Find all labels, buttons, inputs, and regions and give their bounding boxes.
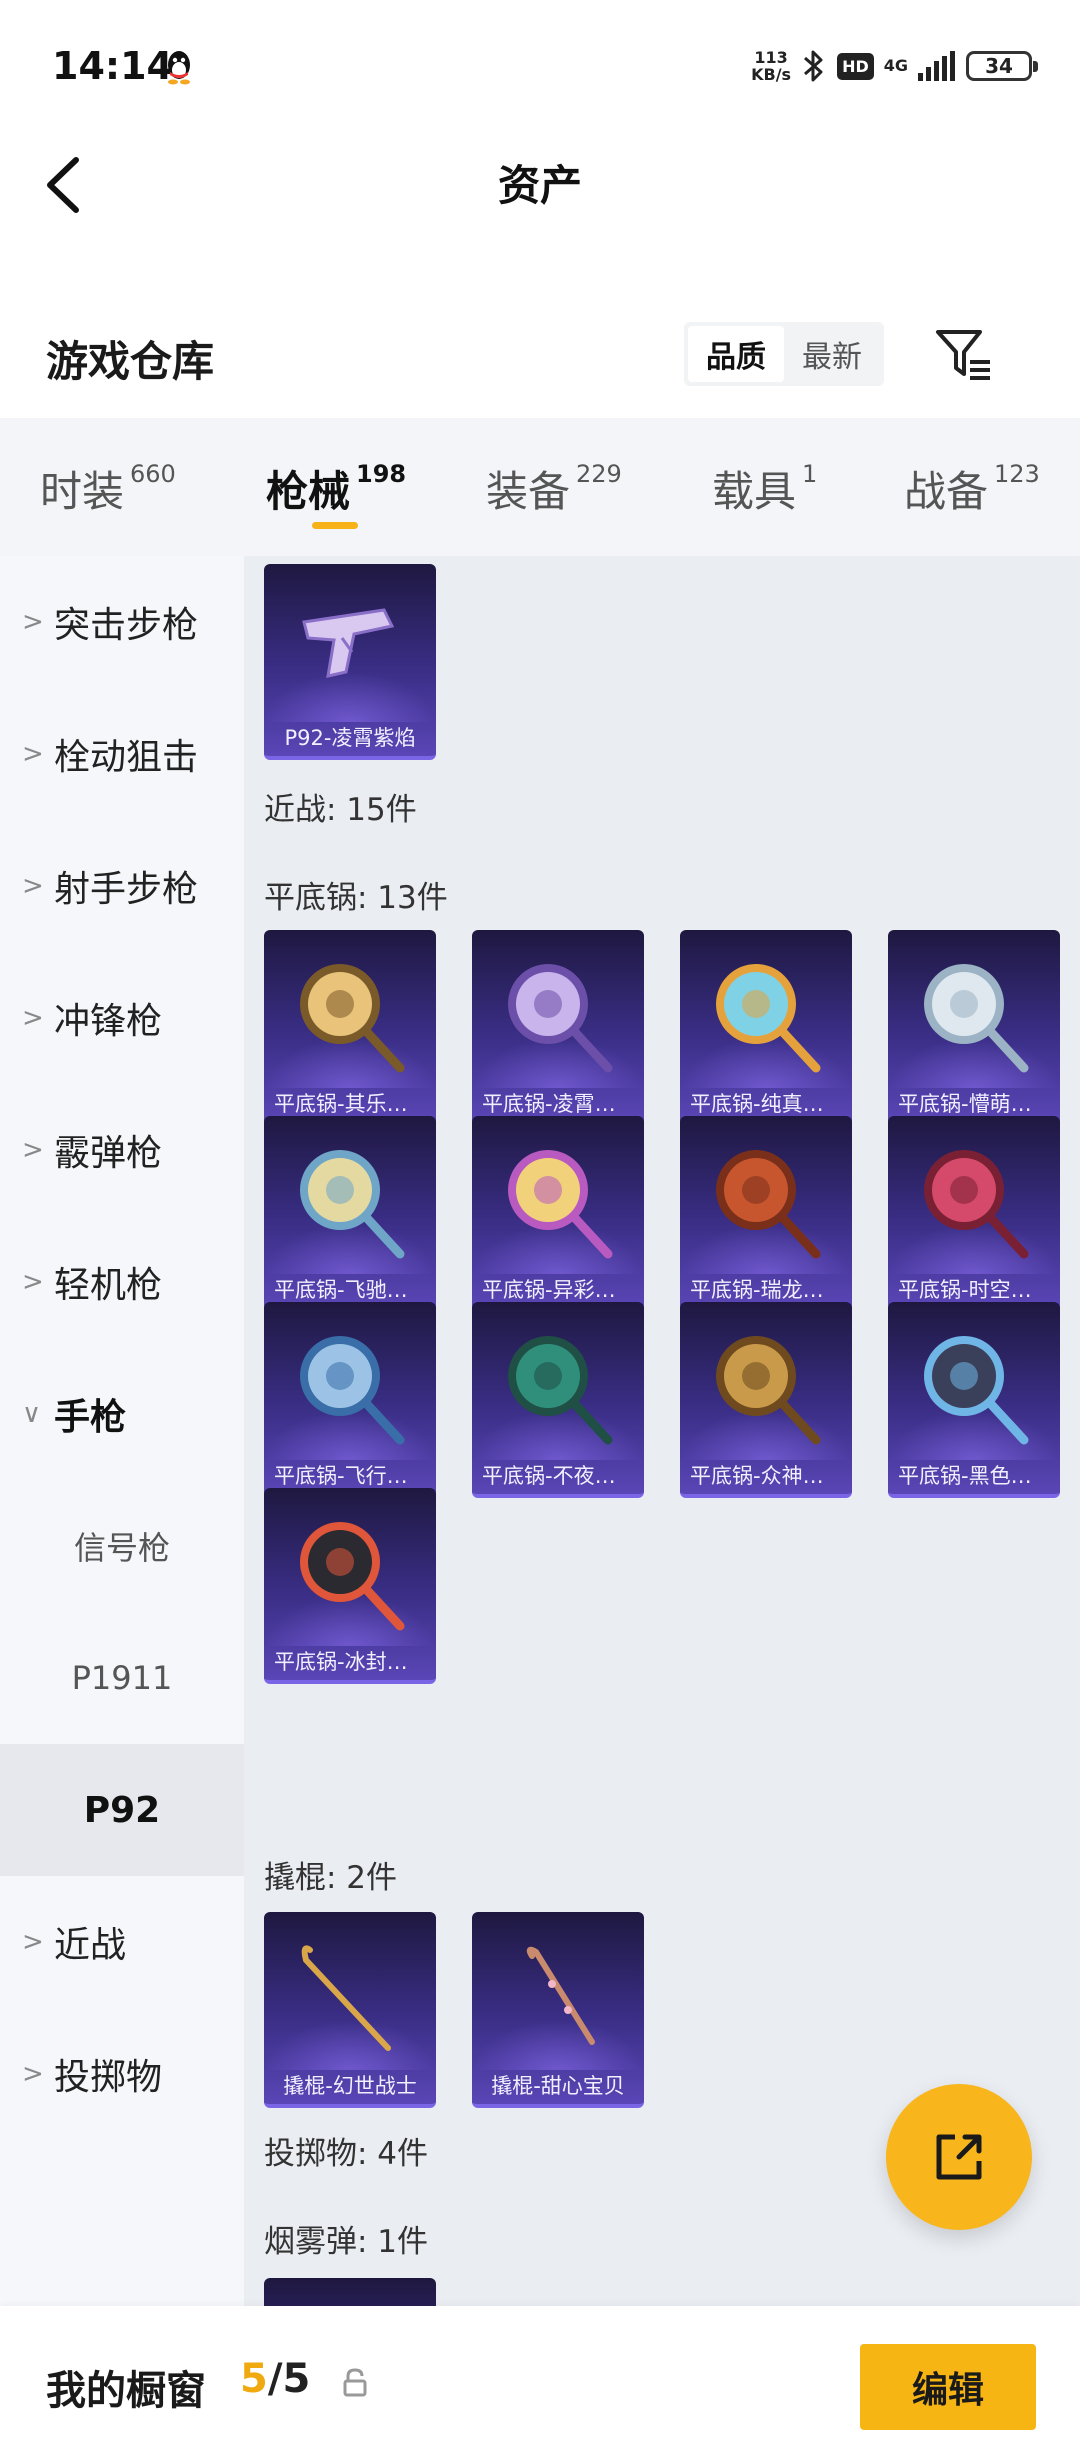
chevron-right-icon: >: [22, 871, 44, 901]
chevron-right-icon: >: [22, 1003, 44, 1033]
sidebar-subitem-p92[interactable]: P92: [0, 1744, 244, 1876]
frying-pan-icon: [300, 1336, 405, 1445]
frying-pan-icon: [716, 1150, 821, 1259]
status-bar: 14:14 113 KB/s HD 4G 34: [0, 0, 1080, 130]
pistol-icon: [302, 608, 395, 678]
chevron-right-icon: >: [22, 739, 44, 769]
frying-pan-icon: [508, 1336, 613, 1445]
sidebar-item-throwables[interactable]: > 投掷物: [0, 2008, 244, 2140]
network-type: 4G: [883, 56, 908, 75]
category-tabs: 时装 660 枪械 198 装备 229 载具 1 战备 123: [0, 418, 1080, 556]
item-card-pan[interactable]: 平底锅-冰封炎魂: [264, 1488, 436, 1684]
tab-vehicles[interactable]: 载具 1: [712, 458, 817, 519]
item-card-pan[interactable]: 平底锅-飞驰流光: [264, 1116, 436, 1312]
item-card-crowbar[interactable]: 撬棍-幻世战士: [264, 1912, 436, 2108]
showcase-count: 5/5: [240, 2356, 311, 2402]
crowbar-heading: 撬棍: 2件: [264, 1860, 398, 1896]
showcase-title: 我的橱窗: [46, 2368, 206, 2414]
signal-icon: [918, 51, 955, 81]
crowbar-icon: [526, 1946, 595, 2045]
frying-pan-icon: [300, 1150, 405, 1259]
sidebar-item-pistol[interactable]: ∨ 手枪: [0, 1348, 244, 1480]
chevron-right-icon: >: [22, 1267, 44, 1297]
frying-pan-icon: [300, 1522, 405, 1631]
filter-icon[interactable]: [934, 326, 994, 382]
sort-quality-button[interactable]: 品质: [688, 326, 784, 382]
tab-fashion[interactable]: 时装 660: [40, 458, 176, 519]
throwable-heading: 投掷物: 4件: [264, 2136, 429, 2172]
frying-pan-icon: [508, 964, 613, 1073]
sort-latest-button[interactable]: 最新: [784, 326, 880, 382]
network-speed: 113 KB/s: [751, 48, 792, 84]
sidebar-item-shotgun[interactable]: > 霰弹枪: [0, 1084, 244, 1216]
sidebar-item-marksman-rifle[interactable]: > 射手步枪: [0, 820, 244, 952]
frying-pan-icon: [300, 964, 405, 1073]
tab-supplies[interactable]: 战备 123: [904, 458, 1040, 519]
item-card-pan[interactable]: 平底锅-懵萌可爱: [888, 930, 1060, 1126]
item-card-smoke[interactable]: [264, 2278, 436, 2306]
item-grid: P92-凌霄紫焰 近战: 15件 平底锅: 13件 平底锅-其乐融融 平底锅-凌霄…: [244, 556, 1080, 2306]
nav-bar: 资产: [0, 130, 1080, 240]
item-card-pan[interactable]: 平底锅-其乐融融: [264, 930, 436, 1126]
sort-toggle: 品质 最新: [684, 322, 884, 386]
showcase-bar: 我的橱窗 5/5 编辑: [0, 2306, 1080, 2460]
section-title: 游戏仓库: [46, 337, 215, 386]
item-card-crowbar[interactable]: 撬棍-甜心宝贝: [472, 1912, 644, 2108]
chevron-right-icon: >: [22, 1927, 44, 1957]
qq-icon: [168, 51, 190, 85]
item-card-pan[interactable]: 平底锅-异彩纷呈: [472, 1116, 644, 1312]
item-card-pan[interactable]: 平底锅-凌霄紫焰: [472, 930, 644, 1126]
item-card-pan[interactable]: 平底锅-黑色风暴: [888, 1302, 1060, 1498]
item-card-p92[interactable]: P92-凌霄紫焰: [264, 564, 436, 760]
bluetooth-icon: [804, 50, 823, 82]
pan-heading: 平底锅: 13件: [264, 880, 448, 916]
sidebar-item-assault-rifle[interactable]: > 突击步枪: [0, 556, 244, 688]
sidebar-item-smg[interactable]: > 冲锋枪: [0, 952, 244, 1084]
frying-pan-icon: [716, 964, 821, 1073]
page-title: 资产: [497, 161, 582, 210]
item-card-pan[interactable]: 平底锅-不夜之城: [472, 1302, 644, 1498]
smoke-heading: 烟雾弹: 1件: [264, 2224, 429, 2260]
chevron-right-icon: >: [22, 2059, 44, 2089]
weapon-category-sidebar: > 突击步枪 > 栓动狙击 > 射手步枪 > 冲锋枪 > 霰弹枪 > 轻机枪 ∨…: [0, 556, 244, 2306]
status-time: 14:14: [52, 44, 173, 88]
tab-equipment[interactable]: 装备 229: [486, 458, 622, 519]
edit-button[interactable]: 编辑: [860, 2344, 1036, 2430]
sidebar-item-bolt-sniper[interactable]: > 栓动狙击: [0, 688, 244, 820]
sidebar-subitem-p1911[interactable]: P1911: [0, 1612, 244, 1744]
item-card-pan[interactable]: 平底锅-纯真年代: [680, 930, 852, 1126]
frying-pan-icon: [924, 1336, 1029, 1445]
tab-guns[interactable]: 枪械 198: [266, 458, 406, 519]
frying-pan-icon: [924, 964, 1029, 1073]
battery-indicator: 34: [966, 51, 1038, 81]
item-card-pan[interactable]: 平底锅-飞行日记: [264, 1302, 436, 1498]
item-card-pan[interactable]: 平底锅-瑞龙呈祥: [680, 1116, 852, 1312]
sidebar-item-lmg[interactable]: > 轻机枪: [0, 1216, 244, 1348]
sidebar-subitem-flare-gun[interactable]: 信号枪: [0, 1480, 244, 1612]
frying-pan-icon: [924, 1150, 1029, 1259]
share-button[interactable]: [886, 2084, 1032, 2230]
sidebar-item-melee[interactable]: > 近战: [0, 1876, 244, 2008]
chevron-right-icon: >: [22, 607, 44, 637]
lock-icon: [343, 2368, 367, 2397]
item-card-pan[interactable]: 平底锅-时空之门: [888, 1116, 1060, 1312]
frying-pan-icon: [508, 1150, 613, 1259]
frying-pan-icon: [716, 1336, 821, 1445]
active-tab-indicator: [312, 522, 358, 529]
chevron-right-icon: >: [22, 1135, 44, 1165]
melee-heading: 近战: 15件: [264, 792, 417, 828]
chevron-down-icon: ∨: [22, 1399, 42, 1429]
share-icon: [936, 2134, 982, 2180]
item-card-pan[interactable]: 平底锅-众神之战: [680, 1302, 852, 1498]
hd-badge: HD: [837, 52, 874, 80]
crowbar-icon: [301, 1945, 391, 2051]
